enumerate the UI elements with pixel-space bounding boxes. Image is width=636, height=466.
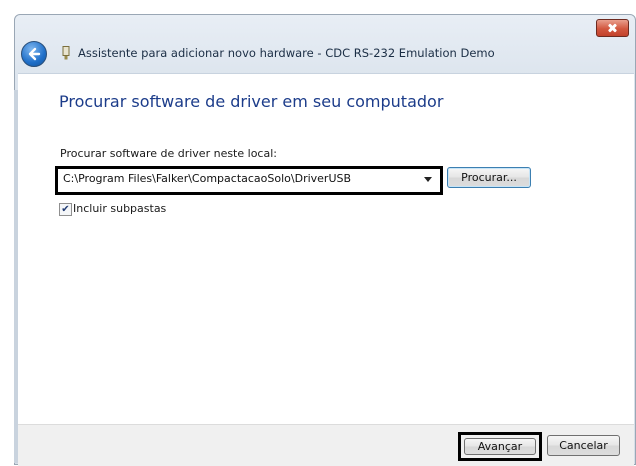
close-button[interactable] <box>596 19 629 37</box>
next-button-highlight: Avançar <box>458 432 542 461</box>
content-area <box>18 73 634 425</box>
browse-button[interactable]: Procurar... <box>447 167 531 188</box>
page-heading: Procurar software de driver em seu compu… <box>59 92 444 111</box>
driver-path-value: C:\Program Files\Falker\CompactacaoSolo\… <box>63 172 352 185</box>
path-field-label: Procurar software de driver neste local: <box>60 147 277 160</box>
include-subfolders-checkbox[interactable]: ✔ <box>59 203 72 216</box>
usb-device-icon <box>62 46 70 60</box>
checkmark-icon: ✔ <box>61 204 70 215</box>
window-title: Assistente para adicionar novo hardware … <box>78 46 495 60</box>
back-button[interactable] <box>21 41 47 67</box>
cancel-button[interactable]: Cancelar <box>547 435 620 456</box>
driver-path-combobox[interactable]: C:\Program Files\Falker\CompactacaoSolo\… <box>55 166 443 195</box>
back-arrow-icon <box>28 47 41 61</box>
next-button[interactable]: Avançar <box>464 438 536 455</box>
chevron-down-icon[interactable] <box>424 177 432 182</box>
include-subfolders-label[interactable]: Incluir subpastas <box>73 202 166 215</box>
